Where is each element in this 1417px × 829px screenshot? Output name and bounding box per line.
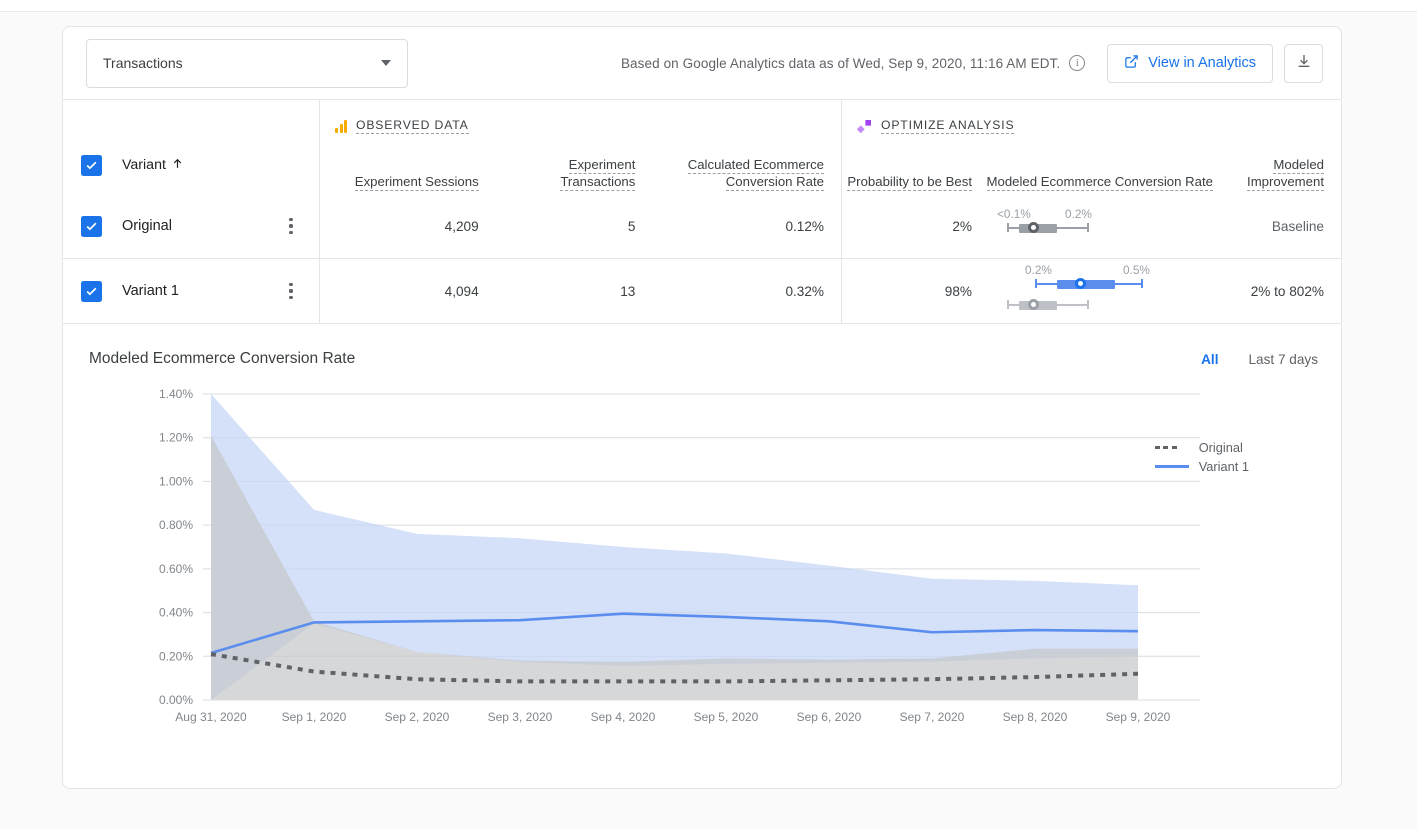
observed-cells: 4,094 13 0.32% <box>320 259 842 323</box>
more-vert-icon[interactable] <box>281 218 301 234</box>
y-axis-tick-label: 1.20% <box>159 431 193 445</box>
x-axis-tick-label: Sep 5, 2020 <box>694 710 759 724</box>
observed-data-column-group: OBSERVED DATA Experiment Sessions Experi… <box>320 100 842 194</box>
legend-label: Variant 1 <box>1198 459 1249 474</box>
external-link-icon <box>1124 54 1139 73</box>
info-icon[interactable]: i <box>1069 55 1086 71</box>
x-axis-tick-label: Sep 4, 2020 <box>591 710 656 724</box>
variant-name: Original <box>122 218 172 234</box>
row-checkbox-variant-1[interactable] <box>81 280 102 302</box>
ci-low-label: <0.1% <box>997 207 1031 221</box>
variant-header-label: Variant <box>122 157 166 173</box>
arrow-up-icon[interactable] <box>171 157 184 174</box>
x-axis-tick-label: Sep 9, 2020 <box>1106 710 1171 724</box>
optimize-analysis-group-header: OPTIMIZE ANALYSIS <box>842 100 1341 140</box>
table-row: Variant 1 4,094 13 0.32% 98% 0.2% 0.5% 2… <box>63 258 1341 323</box>
google-analytics-icon <box>335 119 347 133</box>
header-actions: Based on Google Analytics data as of Wed… <box>620 43 1323 83</box>
metric-select[interactable]: Transactions <box>86 38 408 88</box>
legend-item-variant-1[interactable]: Variant 1 <box>1154 457 1249 476</box>
observed-data-group-header: OBSERVED DATA <box>320 100 841 140</box>
modeled-rate-boxplot-variant-1: 0.2% 0.5% <box>985 259 1226 323</box>
y-axis-tick-label: 0.20% <box>159 649 193 663</box>
variant-name: Variant 1 <box>122 283 179 299</box>
range-all[interactable]: All <box>1201 352 1218 367</box>
modeled-rate-boxplot-original: <0.1% 0.2% <box>985 194 1226 258</box>
view-in-analytics-button[interactable]: View in Analytics <box>1107 43 1273 83</box>
y-axis-tick-label: 1.40% <box>159 387 193 401</box>
ci-high-label: 0.5% <box>1123 263 1150 277</box>
x-axis-tick-label: Sep 1, 2020 <box>282 710 347 724</box>
variant-column-header: . Variant <box>63 100 320 194</box>
x-axis-tick-label: Aug 31, 2020 <box>175 710 247 724</box>
observed-cells: 4,209 5 0.12% <box>320 194 842 258</box>
optimize-analysis-column-group: OPTIMIZE ANALYSIS Probability to be Best… <box>842 100 1341 194</box>
x-axis-tick-label: Sep 6, 2020 <box>797 710 862 724</box>
x-axis-tick-label: Sep 2, 2020 <box>385 710 450 724</box>
cell-sessions: 4,094 <box>444 283 479 299</box>
x-axis-tick-label: Sep 7, 2020 <box>900 710 965 724</box>
view-in-analytics-label: View in Analytics <box>1148 55 1256 71</box>
observed-data-label[interactable]: OBSERVED DATA <box>356 118 469 134</box>
cell-calculated-rate: 0.12% <box>785 218 825 234</box>
google-optimize-icon <box>856 119 872 133</box>
y-axis-tick-label: 0.00% <box>159 693 193 707</box>
cell-modeled-improvement: Baseline <box>1271 218 1324 234</box>
variant-cell: Variant 1 <box>63 259 320 323</box>
top-strip <box>0 0 1417 12</box>
cell-calculated-rate: 0.32% <box>785 283 825 299</box>
optimize-cells: 2% <0.1% 0.2% Baseline <box>842 194 1341 258</box>
row-checkbox-original[interactable] <box>81 215 102 237</box>
range-last-7-days[interactable]: Last 7 days <box>1248 352 1318 367</box>
chart-header: Modeled Ecommerce Conversion Rate All La… <box>63 324 1341 368</box>
cell-modeled-improvement: 2% to 802% <box>1250 283 1324 299</box>
header-probability-to-be-best: Probability to be Best <box>847 174 972 191</box>
optimize-cells: 98% 0.2% 0.5% 2% to 802% <box>842 259 1341 323</box>
header-experiment-transactions: Experiment Transactions <box>560 157 636 191</box>
metric-select-value: Transactions <box>103 55 183 71</box>
y-axis-tick-label: 0.80% <box>159 518 193 532</box>
report-header: Transactions Based on Google Analytics d… <box>63 27 1341 100</box>
table-row: Original 4,209 5 0.12% 2% <0.1% 0.2% Bas… <box>63 194 1341 258</box>
table-header-row: . Variant <box>63 100 1341 194</box>
ci-low-label: 0.2% <box>1025 263 1052 277</box>
cell-probability: 2% <box>952 218 972 234</box>
header-experiment-sessions: Experiment Sessions <box>354 174 479 191</box>
x-axis-tick-label: Sep 3, 2020 <box>488 710 553 724</box>
more-vert-icon[interactable] <box>281 283 301 299</box>
select-all-checkbox[interactable] <box>81 154 102 176</box>
download-icon <box>1296 53 1312 74</box>
y-axis-tick-label: 1.00% <box>159 474 193 488</box>
header-modeled-improvement: Modeled Improvement <box>1247 157 1324 191</box>
chart-section: Modeled Ecommerce Conversion Rate All La… <box>63 323 1341 788</box>
legend-item-original[interactable]: Original <box>1154 438 1249 457</box>
y-axis-tick-label: 0.60% <box>159 562 193 576</box>
chevron-down-icon <box>381 60 391 66</box>
chart-legend: Original Variant 1 <box>1154 438 1249 476</box>
cell-transactions: 5 <box>627 218 636 234</box>
y-axis-tick-label: 0.40% <box>159 606 193 620</box>
ci-high-label: 0.2% <box>1065 207 1092 221</box>
legend-label: Original <box>1198 440 1243 455</box>
app-page: Transactions Based on Google Analytics d… <box>0 0 1417 829</box>
variant-cell: Original <box>63 194 320 258</box>
conversion-rate-chart: 0.00% 0.20% 0.40% 0.60% 0.80% 1.00% 1.20% 1.40%… <box>159 387 1200 724</box>
x-axis-tick-label: Sep 8, 2020 <box>1003 710 1068 724</box>
variants-table: . Variant <box>63 100 1341 323</box>
chart-title: Modeled Ecommerce Conversion Rate <box>89 350 356 367</box>
cell-probability: 98% <box>944 283 972 299</box>
cell-sessions: 4,209 <box>444 218 479 234</box>
download-button[interactable] <box>1284 43 1323 83</box>
header-calculated-conversion-rate: Calculated Ecommerce Conversion Rate <box>687 157 825 191</box>
experiment-report-card: Transactions Based on Google Analytics d… <box>62 26 1342 789</box>
chart-plot-area: 0.00% 0.20% 0.40% 0.60% 0.80% 1.00% 1.20% 1.40%… <box>63 376 1341 751</box>
chart-range-controls: All Last 7 days <box>1201 352 1318 367</box>
optimize-analysis-label[interactable]: OPTIMIZE ANALYSIS <box>881 118 1015 134</box>
data-freshness-text: Based on Google Analytics data as of Wed… <box>620 55 1061 71</box>
header-modeled-conversion-rate: Modeled Ecommerce Conversion Rate <box>986 174 1213 191</box>
cell-transactions: 13 <box>620 283 636 299</box>
